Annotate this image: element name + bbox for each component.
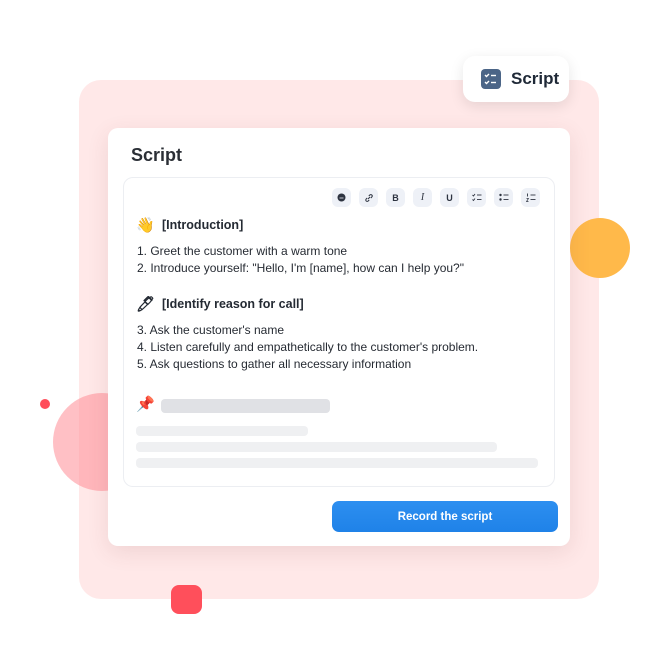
list-item: 3. Ask the customer's name [137, 323, 285, 337]
section-heading: 🖊 [Identify reason for call] [136, 295, 304, 313]
emoji-button[interactable] [332, 188, 351, 207]
checklist-button[interactable] [467, 188, 486, 207]
decorative-dot [40, 399, 50, 409]
checklist-icon [471, 193, 481, 202]
decorative-square [171, 585, 202, 614]
numbered-list-icon [525, 193, 535, 202]
section-heading: 👋 [Introduction] [136, 216, 243, 234]
placeholder-line-skeleton [136, 426, 308, 436]
bold-button[interactable]: B [386, 188, 405, 207]
link-icon [364, 193, 373, 202]
decorative-half-circle [570, 218, 630, 278]
waving-hand-icon: 👋 [136, 217, 155, 234]
italic-icon: I [420, 192, 425, 203]
bullet-list-icon [498, 193, 508, 201]
underline-button[interactable]: U [440, 188, 459, 207]
list-item: 4. Listen carefully and empathetically t… [137, 340, 479, 354]
card-title: Script [131, 145, 183, 165]
script-badge: Script [463, 56, 569, 102]
numbered-list-button[interactable] [521, 188, 540, 207]
section-heading: 📌 [136, 395, 155, 413]
pen-icon: 🖊 [136, 296, 156, 313]
placeholder-line-skeleton [136, 442, 497, 452]
placeholder-heading-skeleton [161, 399, 330, 413]
script-card: Script B I U 👋 [Introduction] 1. Greet t… [108, 128, 570, 546]
placeholder-line-skeleton [136, 458, 538, 468]
formatting-toolbar: B I U [332, 188, 540, 207]
list-item: 2. Introduce yourself: "Hello, I'm [name… [137, 261, 464, 275]
section-heading-text: [Identify reason for call] [162, 297, 304, 311]
section-heading-text: [Introduction] [162, 218, 244, 232]
badge-label: Script [511, 69, 560, 88]
bullet-list-button[interactable] [494, 188, 513, 207]
bold-icon: B [392, 192, 399, 203]
list-item: 1. Greet the customer with a warm tone [137, 244, 348, 258]
underline-icon: U [446, 192, 453, 203]
link-button[interactable] [359, 188, 378, 207]
checklist-icon [481, 69, 501, 89]
list-item: 5. Ask questions to gather all necessary… [137, 357, 412, 371]
pushpin-icon: 📌 [136, 396, 155, 413]
italic-button[interactable]: I [413, 188, 432, 207]
script-editor[interactable]: B I U 👋 [Introduction] 1. Greet the cust… [123, 177, 555, 487]
record-script-button[interactable]: Record the script [332, 501, 558, 532]
emoji-icon [337, 193, 346, 202]
